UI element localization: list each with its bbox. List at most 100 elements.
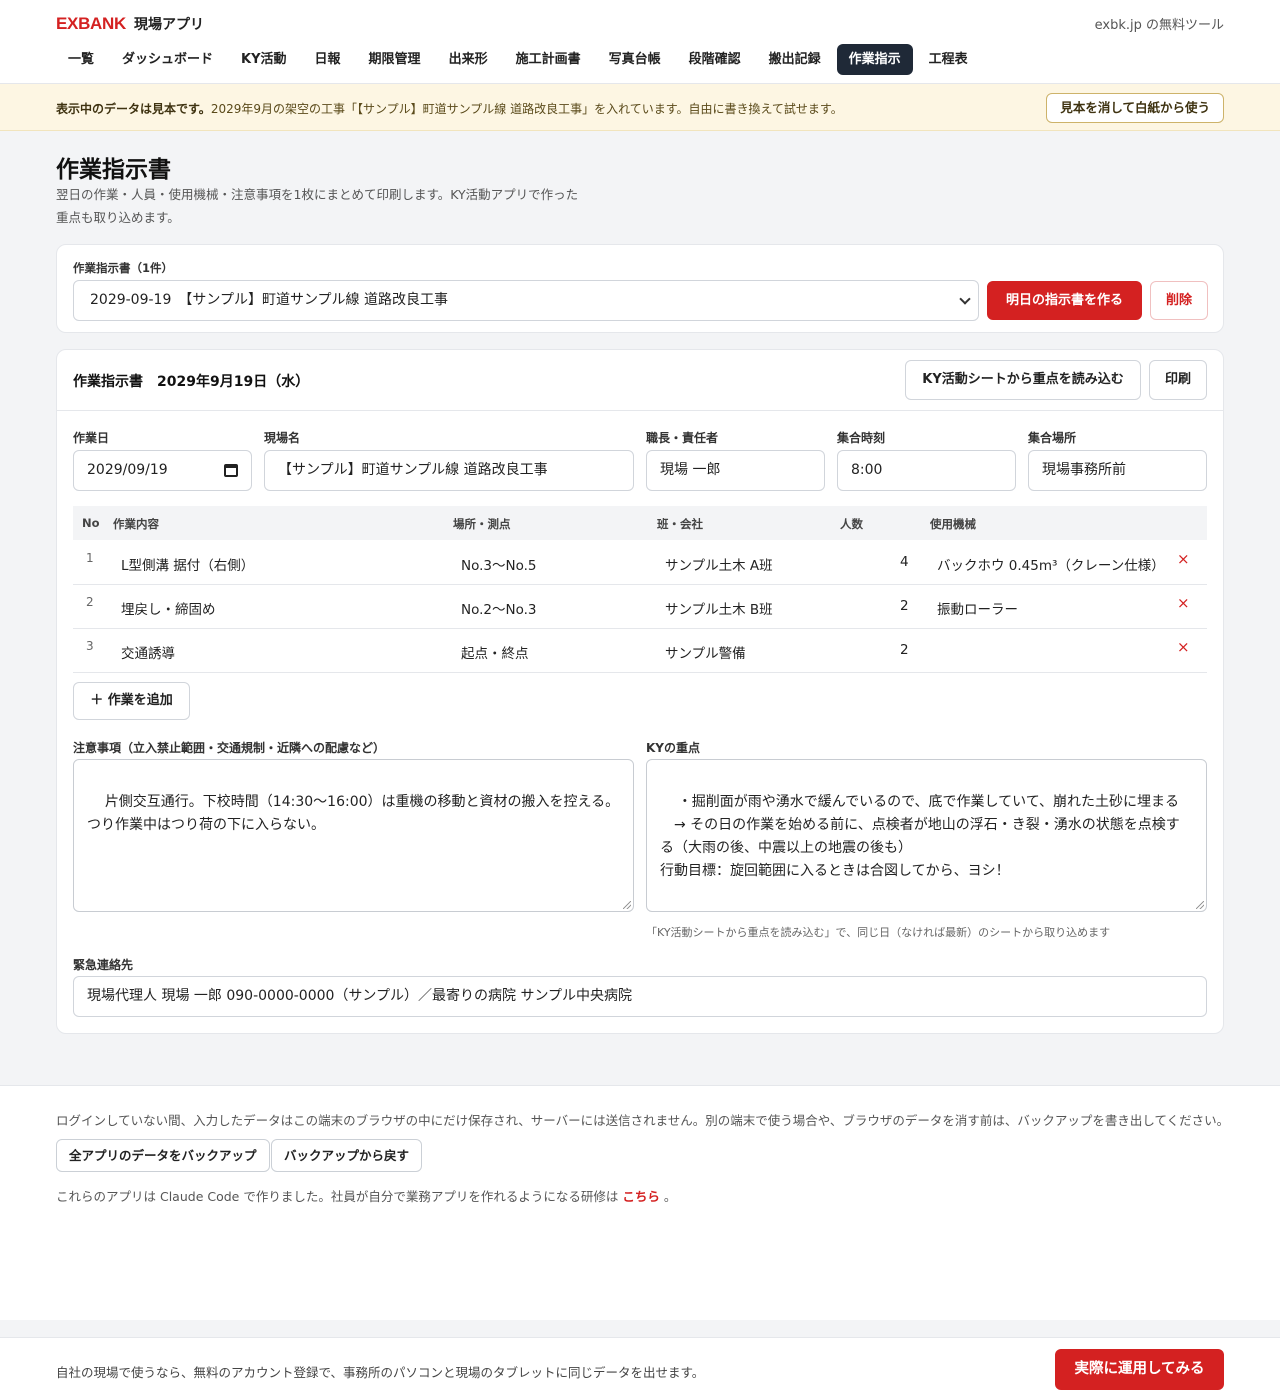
- ky-import-note: 「KY活動シートから重点を読み込む」で、同じ日（なければ最新）のシートから取り込…: [646, 926, 1111, 939]
- cta-text: 自社の現場で使うなら、無料のアカウント登録で、事務所のパソコンと現場のタブレット…: [56, 1365, 705, 1380]
- col-task: 作業内容: [113, 517, 159, 531]
- count-cell[interactable]: 2: [900, 642, 909, 658]
- banner-message: 表示中のデータは見本です。2029年9月の架空の工事「【サンプル】町道サンプル線…: [56, 100, 843, 117]
- sheet-select-value: 2029-09-19 【サンプル】町道サンプル線 道路改良工事: [90, 292, 448, 308]
- brand[interactable]: EXBANK 現場アプリ: [56, 14, 204, 34]
- add-task-button[interactable]: ＋ 作業を追加: [73, 682, 190, 720]
- nav-item-work-instruction[interactable]: 作業指示: [836, 44, 913, 75]
- create-tomorrow-button[interactable]: 明日の指示書を作る: [987, 281, 1142, 320]
- crew-cell[interactable]: サンプル土木 A班: [665, 554, 773, 574]
- nav-item-list[interactable]: 一覧: [56, 44, 106, 75]
- brand-logo[interactable]: EXBANK: [56, 14, 126, 34]
- site-name-input[interactable]: 【サンプル】町道サンプル線 道路改良工事: [264, 450, 634, 491]
- sheet-select[interactable]: 2029-09-19 【サンプル】町道サンプル線 道路改良工事: [73, 280, 979, 321]
- ky-focus-textarea[interactable]: ・掘削面が雨や湧水で緩んでいるので、底で作業していて、崩れた土砂に埋まる → そ…: [646, 759, 1207, 912]
- count-cell[interactable]: 2: [900, 598, 909, 614]
- task-cell[interactable]: L型側溝 据付（右側）: [121, 554, 254, 574]
- work-instruction-card: 作業指示書 2029年9月19日（水） KY活動シートから重点を読み込む 印刷 …: [56, 349, 1224, 1034]
- crew-cell[interactable]: サンプル土木 B班: [665, 598, 773, 618]
- nav-item-ky[interactable]: KY活動: [229, 44, 299, 75]
- nav-item-as-built[interactable]: 出来形: [437, 44, 500, 75]
- storage-note: ログインしていない間、入力したデータはこの端末のブラウザの中にだけ保存され、サー…: [56, 1113, 1230, 1128]
- table-row: 2 埋戻し・締固め No.2〜No.3 サンプル土木 B班 2 振動ローラー ×: [73, 585, 1207, 629]
- location-cell[interactable]: 起点・終点: [461, 642, 529, 662]
- nav-item-stage-check[interactable]: 段階確認: [677, 44, 753, 75]
- try-it-button[interactable]: 実際に運用してみる: [1055, 1349, 1224, 1390]
- resize-grip-icon[interactable]: [1196, 901, 1204, 909]
- print-button[interactable]: 印刷: [1149, 360, 1207, 400]
- footer: ログインしていない間、入力したデータはこの端末のブラウザの中にだけ保存され、サー…: [0, 1085, 1280, 1320]
- import-ky-button[interactable]: KY活動シートから重点を読み込む: [905, 360, 1141, 400]
- row-no: 3: [86, 639, 94, 653]
- emergency-label: 緊急連絡先: [73, 958, 134, 972]
- meeting-time-label: 集合時刻: [837, 431, 886, 445]
- nav-item-removal-record[interactable]: 搬出記録: [757, 44, 833, 75]
- nav-item-photo-ledger[interactable]: 写真台帳: [597, 44, 673, 75]
- meeting-time-input[interactable]: 8:00: [837, 450, 1016, 491]
- delete-row-icon[interactable]: ×: [1177, 550, 1190, 568]
- made-with-note: これらのアプリは Claude Code で作りました。社員が自分で業務アプリを…: [56, 1186, 676, 1205]
- work-date-input[interactable]: 2029/09/19: [73, 450, 252, 491]
- signup-cta-bar: 自社の現場で使うなら、無料のアカウント登録で、事務所のパソコンと現場のタブレット…: [0, 1337, 1280, 1400]
- caution-label: 注意事項（立入禁止範囲・交通規制・近隣への配慮など）: [73, 741, 386, 755]
- card-header: 作業指示書 2029年9月19日（水） KY活動シートから重点を読み込む 印刷: [57, 350, 1223, 411]
- col-machine: 使用機械: [930, 517, 976, 531]
- made-with-prefix: これらのアプリは Claude Code で作りました。社員が自分で業務アプリを…: [56, 1189, 619, 1204]
- external-tools-link[interactable]: exbk.jp の無料ツール: [1095, 14, 1224, 33]
- date-label: 作業日: [73, 431, 110, 445]
- emergency-contact-input[interactable]: 現場代理人 現場 一郎 090-0000-0000（サンプル）／最寄りの病院 サ…: [73, 976, 1207, 1017]
- caution-textarea[interactable]: 片側交互通行。下校時間（14:30〜16:00）は重機の移動と資材の搬入を控える…: [73, 759, 634, 912]
- top-bar: EXBANK 現場アプリ exbk.jp の無料ツール 一覧 ダッシュボード K…: [0, 0, 1280, 84]
- task-cell[interactable]: 交通誘導: [121, 642, 175, 662]
- backup-all-button[interactable]: 全アプリのデータをバックアップ: [56, 1139, 270, 1172]
- banner-text: 2029年9月の架空の工事「【サンプル】町道サンプル線 道路改良工事」を入れてい…: [210, 102, 843, 116]
- crew-cell[interactable]: サンプル警備: [665, 642, 746, 662]
- machine-cell[interactable]: 振動ローラー: [937, 598, 1018, 618]
- made-with-suffix: 。: [663, 1189, 677, 1204]
- nav-item-deadlines[interactable]: 期限管理: [357, 44, 433, 75]
- col-location: 場所・測点: [453, 517, 511, 531]
- row-no: 1: [86, 551, 94, 565]
- selector-label: 作業指示書（1件）: [73, 261, 174, 275]
- col-count: 人数: [840, 517, 863, 531]
- machine-cell[interactable]: バックホウ 0.45m³（クレーン仕様）: [937, 554, 1165, 574]
- count-cell[interactable]: 4: [900, 554, 909, 570]
- sheet-heading: 作業指示書 2029年9月19日（水）: [73, 374, 310, 390]
- nav-item-schedule[interactable]: 工程表: [917, 44, 980, 75]
- app-name: 現場アプリ: [134, 17, 204, 33]
- task-table-header: No 作業内容 場所・測点 班・会社 人数 使用機械: [73, 506, 1207, 540]
- location-cell[interactable]: No.2〜No.3: [461, 598, 537, 618]
- col-no: No: [82, 516, 100, 530]
- training-link[interactable]: こちら: [622, 1189, 660, 1204]
- caution-text: 片側交互通行。下校時間（14:30〜16:00）は重機の移動と資材の搬入を控える…: [87, 794, 620, 833]
- row-no: 2: [86, 595, 94, 609]
- page-desc-line2: 重点も取り込めます。: [56, 210, 180, 225]
- meeting-place-input[interactable]: 現場事務所前: [1028, 450, 1207, 491]
- delete-sheet-button[interactable]: 削除: [1150, 281, 1208, 320]
- page-description: 翌日の作業・人員・使用機械・注意事項を1枚にまとめて印刷します。KY活動アプリで…: [56, 183, 616, 229]
- chevron-down-icon: [959, 293, 971, 305]
- page-desc-line1: 翌日の作業・人員・使用機械・注意事項を1枚にまとめて印刷します。KY活動アプリで…: [56, 187, 579, 202]
- delete-row-icon[interactable]: ×: [1177, 594, 1190, 612]
- ky-focus-text: ・掘削面が雨や湧水で緩んでいるので、底で作業していて、崩れた土砂に埋まる → そ…: [660, 794, 1180, 879]
- foreman-input[interactable]: 現場 一郎: [646, 450, 825, 491]
- clear-sample-button[interactable]: 見本を消して白紙から使う: [1046, 93, 1224, 123]
- col-crew: 班・会社: [657, 517, 703, 531]
- location-cell[interactable]: No.3〜No.5: [461, 554, 537, 574]
- delete-row-icon[interactable]: ×: [1177, 638, 1190, 656]
- calendar-icon[interactable]: [224, 464, 238, 477]
- main-nav: 一覧 ダッシュボード KY活動 日報 期限管理 出来形 施工計画書 写真台帳 段…: [56, 44, 984, 75]
- nav-item-daily-report[interactable]: 日報: [303, 44, 353, 75]
- task-cell[interactable]: 埋戻し・締固め: [121, 598, 216, 618]
- work-date-value: 2029/09/19: [87, 462, 168, 478]
- page-title: 作業指示書: [56, 157, 171, 183]
- meeting-place-label: 集合場所: [1028, 431, 1077, 445]
- restore-backup-button[interactable]: バックアップから戻す: [271, 1139, 423, 1172]
- nav-item-dashboard[interactable]: ダッシュボード: [110, 44, 225, 75]
- table-row: 3 交通誘導 起点・終点 サンプル警備 2 ×: [73, 629, 1207, 673]
- nav-item-construction-plan[interactable]: 施工計画書: [504, 44, 593, 75]
- banner-bold: 表示中のデータは見本です。: [56, 102, 211, 116]
- sheet-selector-card: 作業指示書（1件） 2029-09-19 【サンプル】町道サンプル線 道路改良工…: [56, 244, 1224, 333]
- ky-focus-label: KYの重点: [646, 741, 700, 755]
- resize-grip-icon[interactable]: [623, 901, 631, 909]
